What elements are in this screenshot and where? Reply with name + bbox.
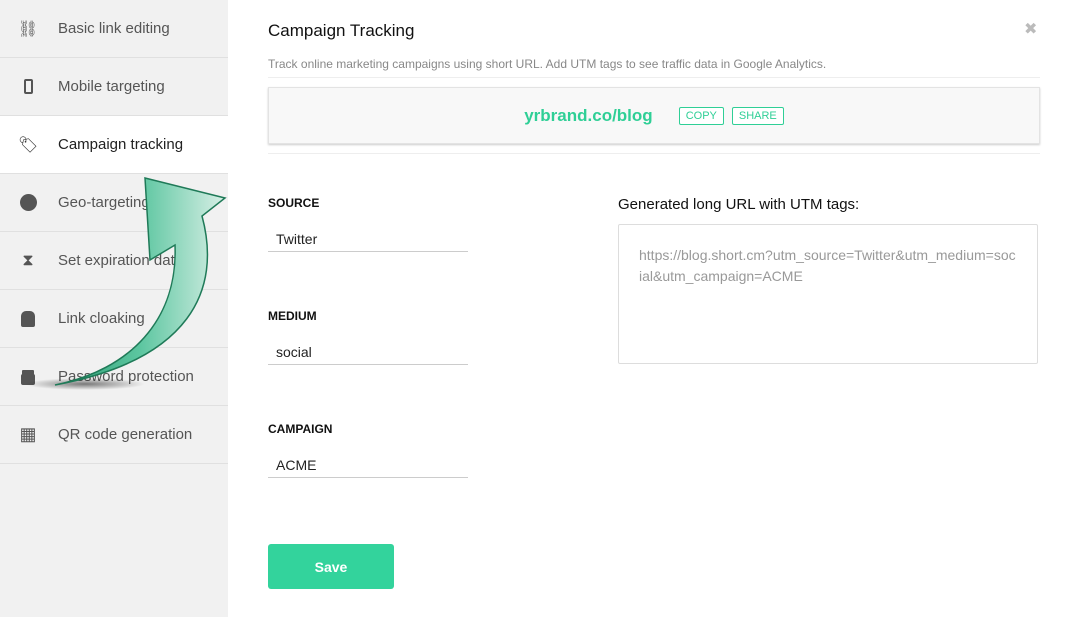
page-description: Track online marketing campaigns using s… — [268, 57, 827, 71]
copy-button[interactable]: COPY — [678, 106, 724, 125]
divider — [268, 77, 1040, 78]
tag-icon: 🏷 — [17, 136, 39, 154]
campaign-input[interactable] — [268, 452, 468, 478]
sidebar-item-geo-targeting[interactable]: Geo-targeting — [0, 174, 228, 232]
spy-icon — [18, 309, 38, 329]
share-button[interactable]: SHARE — [731, 106, 784, 125]
save-button[interactable]: Save — [268, 544, 394, 589]
sidebar-item-password-protection[interactable]: Password protection — [0, 348, 228, 406]
medium-input[interactable] — [268, 339, 468, 365]
sidebar-item-label: Basic link editing — [58, 20, 170, 37]
source-label: SOURCE — [268, 196, 320, 210]
sidebar-item-label: Set expiration date — [58, 252, 184, 269]
sidebar-item-label: Campaign tracking — [58, 136, 184, 153]
close-icon[interactable]: ✖ — [1024, 19, 1037, 39]
link-icon: ⛓ — [17, 20, 39, 38]
sidebar-item-campaign-tracking[interactable]: 🏷 Campaign tracking — [0, 116, 228, 174]
page-title: Campaign Tracking — [268, 21, 415, 40]
generated-url-output[interactable]: https://blog.short.cm?utm_source=Twitter… — [618, 224, 1038, 364]
sidebar-item-label: Mobile targeting — [58, 78, 165, 95]
mobile-icon — [18, 77, 38, 97]
generated-url-label: Generated long URL with UTM tags: — [618, 196, 860, 213]
qr-code-icon: ▦ — [19, 424, 37, 444]
sidebar-item-label: Password protection — [58, 368, 194, 385]
sidebar-item-label: Geo-targeting — [58, 194, 150, 211]
hourglass-icon: ⧗ — [22, 251, 34, 269]
source-input[interactable] — [268, 226, 468, 252]
sidebar-item-label: QR code generation — [58, 426, 193, 443]
sidebar-item-qr-code-generation[interactable]: ▦ QR code generation — [0, 406, 228, 464]
divider — [268, 153, 1040, 154]
medium-label: MEDIUM — [268, 309, 317, 323]
campaign-label: CAMPAIGN — [268, 422, 333, 436]
sidebar-item-mobile-targeting[interactable]: Mobile targeting — [0, 58, 228, 116]
sidebar: ⛓ Basic link editing Mobile targeting 🏷 Ca… — [0, 0, 228, 617]
sidebar-item-basic-link-editing[interactable]: ⛓ Basic link editing — [0, 0, 228, 58]
sidebar-item-label: Link cloaking — [58, 310, 145, 327]
sidebar-item-set-expiration-date[interactable]: ⧗ Set expiration date — [0, 232, 228, 290]
globe-icon — [18, 193, 38, 213]
lock-icon — [18, 367, 38, 387]
short-url-link[interactable]: yrbrand.co/blog — [524, 106, 652, 126]
short-url-box: yrbrand.co/blog COPY SHARE — [268, 87, 1040, 144]
sidebar-item-link-cloaking[interactable]: Link cloaking — [0, 290, 228, 348]
